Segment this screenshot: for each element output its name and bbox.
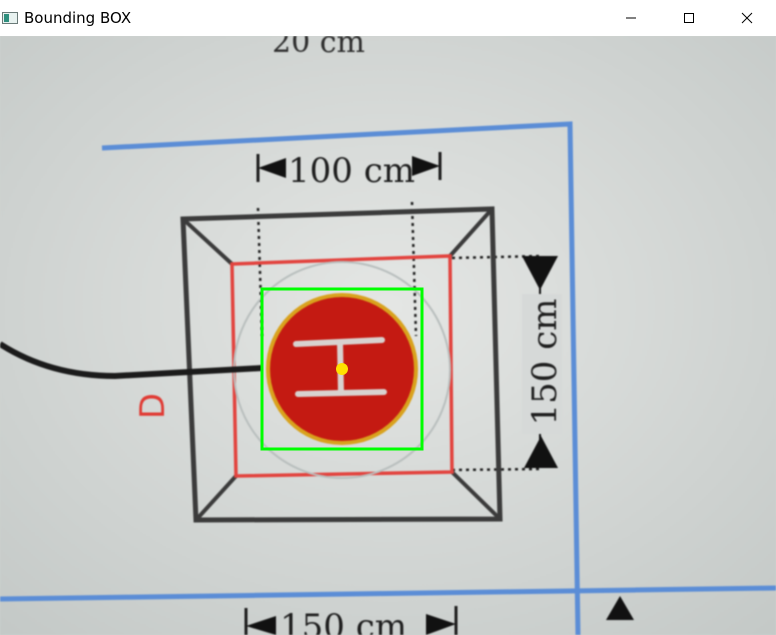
app-icon — [2, 11, 20, 25]
title-bar: Bounding BOX — [0, 0, 776, 36]
app-window: Bounding BOX 20 cm 100 cm D 150 cm 150 c… — [0, 0, 776, 635]
center-point — [336, 363, 348, 375]
minimize-button[interactable] — [602, 0, 660, 36]
minimize-icon — [626, 17, 636, 19]
window-controls — [602, 0, 776, 36]
maximize-button[interactable] — [660, 0, 718, 36]
camera-view: 20 cm 100 cm D 150 cm 150 cm — [0, 36, 776, 635]
close-icon — [741, 12, 753, 24]
maximize-icon — [684, 13, 694, 23]
detection-overlay — [260, 287, 424, 451]
close-button[interactable] — [718, 0, 776, 36]
window-title: Bounding BOX — [24, 9, 132, 27]
